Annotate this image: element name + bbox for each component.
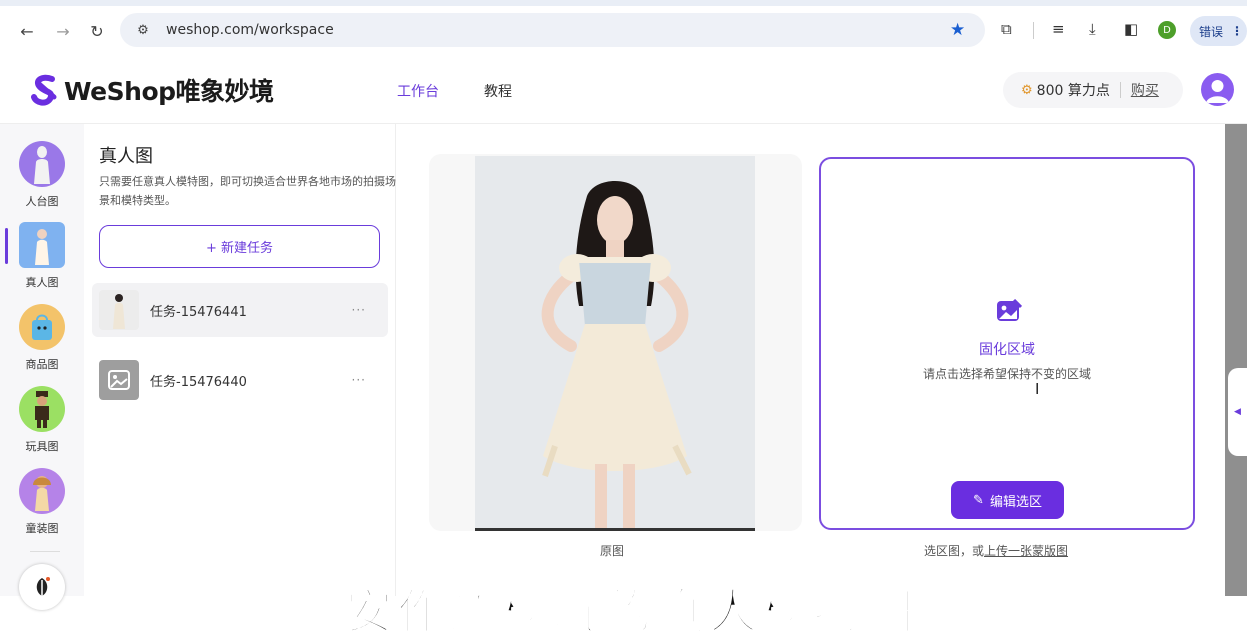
edit-selection-button[interactable]: ✎ 编辑选区 xyxy=(951,481,1064,519)
panel-title: 真人图 xyxy=(99,146,153,167)
bookmark-star-icon[interactable]: ★ xyxy=(950,20,965,40)
logo[interactable]: WeShop唯象妙境 xyxy=(28,72,274,108)
error-button[interactable]: 错误 ⋮ xyxy=(1190,16,1247,46)
logo-icon xyxy=(31,74,57,106)
rail-item-mannequin[interactable]: 人台图 xyxy=(0,141,84,209)
right-scroll-area[interactable] xyxy=(1225,124,1247,596)
pencil-icon: ✎ xyxy=(973,492,984,508)
toy-figure-icon xyxy=(19,386,65,432)
reload-icon[interactable]: ↻ xyxy=(86,20,108,42)
download-icon[interactable]: ⤓ xyxy=(1089,20,1096,38)
extensions-icon[interactable]: ⧉ xyxy=(1001,20,1012,38)
rail-label: 童装图 xyxy=(25,522,59,535)
edit-selection-label: 编辑选区 xyxy=(989,494,1042,510)
task-more-icon[interactable]: ··· xyxy=(352,373,366,387)
mannequin-icon xyxy=(19,141,65,187)
rail-item-kids[interactable]: 童装图 xyxy=(0,468,84,536)
browser-chrome: ← → ↻ ⚙ weshop.com/workspace ★ ⧉ ≡ ⤓ ◧ D… xyxy=(0,0,1247,60)
chevron-left-icon: ◀ xyxy=(1234,407,1241,417)
user-icon xyxy=(1206,80,1229,103)
back-icon[interactable]: ← xyxy=(16,20,38,42)
panel-description: 只需要任意真人模特图，即可切换适合世界各地市场的拍摄场景和模特类型。 xyxy=(99,175,396,207)
product-bag-icon xyxy=(19,304,65,350)
toolbar-divider xyxy=(1033,22,1034,39)
task-thumbnail xyxy=(99,290,139,330)
selection-caption: 选区图，或上传一张蒙版图 xyxy=(924,542,1068,559)
reading-list-icon[interactable]: ≡ xyxy=(1052,20,1065,38)
forward-icon[interactable]: → xyxy=(52,20,74,42)
credits-divider xyxy=(1119,82,1121,98)
rail-item-extra[interactable] xyxy=(0,564,84,610)
nav-workbench[interactable]: 工作台 xyxy=(397,81,439,101)
user-avatar[interactable] xyxy=(1201,73,1234,106)
rail-divider xyxy=(30,551,60,552)
new-task-button[interactable]: + 新建任务 xyxy=(99,225,380,268)
nav-tutorial[interactable]: 教程 xyxy=(484,81,512,101)
kids-clothing-icon xyxy=(19,468,65,514)
rail-label: 商品图 xyxy=(25,358,59,371)
selection-title: 固化区域 xyxy=(979,342,1035,358)
image-edit-icon xyxy=(997,299,1022,321)
rail-item-toy[interactable]: 玩具图 xyxy=(0,386,84,454)
task-name: 任务-15476440 xyxy=(150,374,247,390)
app-header: WeShop唯象妙境 工作台 教程 ⚙ 800 算力点 购买 xyxy=(0,60,1247,124)
buy-link[interactable]: 购买 xyxy=(1131,80,1159,100)
image-placeholder-icon xyxy=(99,360,139,400)
logo-text: WeShop唯象妙境 xyxy=(64,77,274,106)
credits-count: 800 算力点 xyxy=(1036,83,1110,99)
selection-description: 请点击选择希望保持不变的区域 xyxy=(922,367,1091,381)
error-label: 错误 xyxy=(1199,24,1224,39)
category-rail: 人台图 真人图 商品图 玩具图 童装图 xyxy=(0,124,84,610)
rail-label: 人台图 xyxy=(25,195,59,208)
collapse-tab[interactable]: ◀ xyxy=(1228,368,1247,456)
photo-baseline xyxy=(475,528,755,531)
task-panel: 真人图 只需要任意真人模特图，即可切换适合世界各地市场的拍摄场景和模特类型。 +… xyxy=(84,124,396,596)
site-info-icon[interactable]: ⚙ xyxy=(130,23,156,38)
rail-item-product[interactable]: 商品图 xyxy=(0,304,84,372)
original-caption: 原图 xyxy=(600,544,625,558)
task-name: 任务-15476441 xyxy=(150,304,247,320)
address-bar[interactable]: ⚙ weshop.com/workspace xyxy=(120,13,985,47)
model-photo-icon xyxy=(19,222,65,268)
workspace: 原图 固化区域 请点击选择希望保持不变的区域 ✎ 编辑选区 选区图，或上传一张蒙… xyxy=(396,124,1225,596)
selection-card[interactable]: 固化区域 请点击选择希望保持不变的区域 ✎ 编辑选区 xyxy=(819,157,1195,530)
task-more-icon[interactable]: ··· xyxy=(352,303,366,317)
rail-item-model[interactable]: 真人图 xyxy=(0,222,84,290)
task-item[interactable]: 任务-15476440 ··· xyxy=(92,353,388,407)
rail-label: 真人图 xyxy=(25,276,59,289)
side-panel-icon[interactable]: ◧ xyxy=(1124,20,1138,38)
tab-strip xyxy=(0,0,1247,6)
task-item[interactable]: 任务-15476441 ··· xyxy=(92,283,388,337)
video-subtitle: 安作道模玩的真人模特图 xyxy=(344,583,918,641)
text-cursor-icon: I xyxy=(1035,380,1040,398)
leaf-logo-icon xyxy=(19,564,65,610)
rail-label: 玩具图 xyxy=(25,440,59,453)
url-text: weshop.com/workspace xyxy=(166,22,334,38)
original-photo xyxy=(475,156,755,528)
chip-icon: ⚙ xyxy=(1021,82,1033,98)
credits-pill: ⚙ 800 算力点 购买 xyxy=(1003,72,1183,108)
original-image-card xyxy=(429,154,802,531)
profile-icon[interactable]: D xyxy=(1158,21,1176,39)
selection-caption-prefix: 选区图，或 xyxy=(924,544,985,558)
upload-mask-link[interactable]: 上传一张蒙版图 xyxy=(984,544,1068,558)
menu-kebab-icon[interactable]: ⋮ xyxy=(1231,24,1243,38)
